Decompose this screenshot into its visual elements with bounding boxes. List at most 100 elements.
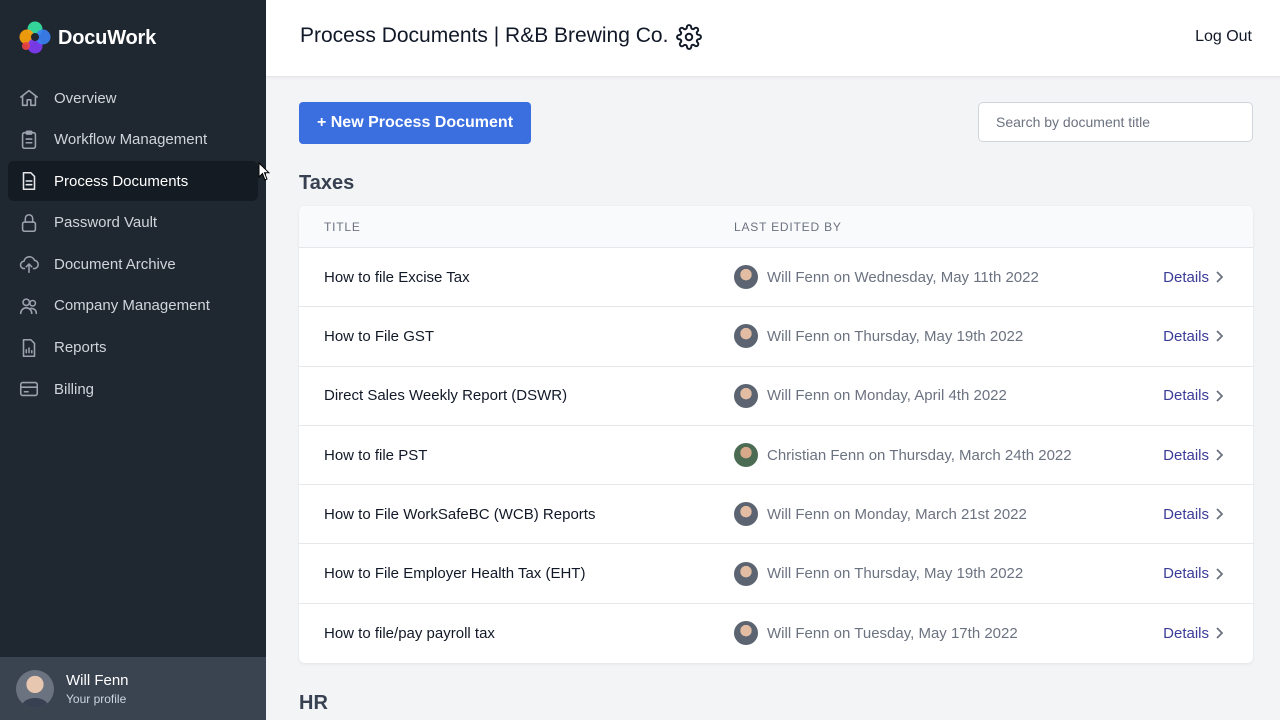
last-edited-text: Will Fenn on Monday, March 21st 2022 [767, 505, 1027, 523]
last-edited-cell: Will Fenn on Thursday, May 19th 2022 [734, 324, 1024, 349]
avatar [734, 383, 758, 408]
sidebar-item-billing[interactable]: Billing [8, 369, 258, 409]
cloud-upload-icon [18, 253, 40, 275]
sidebar-item-overview[interactable]: Overview [8, 78, 258, 118]
last-edited-cell: Christian Fenn on Thursday, March 24th 2… [734, 443, 1072, 468]
details-link[interactable]: Details [1163, 506, 1223, 523]
table-row[interactable]: How to File WorkSafeBC (WCB) Reports Wil… [299, 485, 1253, 545]
details-label: Details [1163, 446, 1209, 464]
lock-icon [18, 212, 40, 234]
search-input[interactable] [978, 102, 1253, 142]
table-header: TITLE LAST EDITED BY [299, 206, 1253, 248]
details-link[interactable]: Details [1163, 387, 1223, 404]
last-edited-text: Will Fenn on Thursday, May 19th 2022 [767, 327, 1024, 345]
details-label: Details [1163, 505, 1209, 523]
sidebar-item-label: Process Documents [54, 172, 189, 190]
last-edited-text: Will Fenn on Tuesday, May 17th 2022 [767, 624, 1018, 642]
home-icon [18, 87, 40, 109]
avatar [16, 669, 54, 708]
document-title[interactable]: How to File GST [324, 328, 434, 345]
details-label: Details [1163, 624, 1209, 642]
sidebar-item-label: Billing [54, 380, 95, 398]
details-link[interactable]: Details [1163, 328, 1223, 345]
sidebar: DocuWork Overview Workflow Management Pr… [0, 0, 266, 720]
details-label: Details [1163, 565, 1209, 583]
page-title: Process Documents | R&B Brewing Co. [300, 24, 669, 47]
details-link[interactable]: Details [1163, 565, 1223, 582]
sidebar-item-company-management[interactable]: Company Management [8, 286, 258, 326]
sidebar-item-document-archive[interactable]: Document Archive [8, 244, 258, 284]
users-icon [18, 295, 40, 317]
sidebar-item-label: Document Archive [54, 255, 176, 273]
sidebar-item-label: Reports [54, 339, 107, 357]
table-row[interactable]: How to file Excise Tax Will Fenn on Wedn… [299, 248, 1253, 308]
report-icon [18, 337, 40, 359]
docuwork-logo-icon [19, 21, 51, 54]
last-edited-text: Will Fenn on Monday, April 4th 2022 [767, 387, 1007, 405]
details-link[interactable]: Details [1163, 625, 1223, 642]
last-edited-cell: Will Fenn on Monday, April 4th 2022 [734, 383, 1007, 408]
document-title[interactable]: How to File WorkSafeBC (WCB) Reports [324, 506, 595, 523]
chevron-right-icon [1216, 567, 1223, 580]
section-title-taxes: Taxes [299, 172, 355, 194]
last-edited-cell: Will Fenn on Thursday, May 19th 2022 [734, 561, 1024, 586]
taxes-table: TITLE LAST EDITED BY How to file Excise … [299, 206, 1253, 664]
avatar [734, 502, 758, 527]
brand[interactable]: DocuWork [18, 20, 156, 56]
sidebar-item-label: Password Vault [54, 214, 158, 232]
profile-name: Will Fenn [66, 671, 129, 689]
chevron-right-icon [1216, 627, 1223, 640]
chevron-right-icon [1216, 449, 1223, 461]
last-edited-text: Will Fenn on Wednesday, May 11th 2022 [767, 268, 1039, 286]
table-row[interactable]: How to File Employer Health Tax (EHT) Wi… [299, 544, 1253, 604]
document-icon [18, 170, 40, 192]
avatar [734, 443, 758, 468]
sidebar-item-label: Overview [54, 89, 117, 107]
table-row[interactable]: How to file/pay payroll tax Will Fenn on… [299, 604, 1253, 663]
clipboard-icon [18, 129, 40, 151]
document-title[interactable]: How to file PST [324, 447, 427, 464]
chevron-right-icon [1216, 390, 1223, 402]
sidebar-nav: Overview Workflow Management Process Doc… [8, 78, 258, 411]
document-title[interactable]: Direct Sales Weekly Report (DSWR) [324, 387, 567, 404]
sidebar-item-password-vault[interactable]: Password Vault [8, 203, 258, 243]
details-label: Details [1163, 387, 1209, 405]
table-row[interactable]: How to file PST Christian Fenn on Thursd… [299, 426, 1253, 486]
table-row[interactable]: How to File GST Will Fenn on Thursday, M… [299, 307, 1253, 367]
avatar [734, 621, 758, 646]
chevron-right-icon [1216, 271, 1223, 283]
profile-card[interactable]: Will Fenn Your profile [0, 657, 266, 720]
last-edited-cell: Will Fenn on Wednesday, May 11th 2022 [734, 265, 1039, 290]
avatar [734, 324, 758, 349]
new-process-document-button[interactable]: + New Process Document [299, 102, 531, 144]
avatar [734, 561, 758, 586]
details-link[interactable]: Details [1163, 447, 1223, 464]
document-title[interactable]: How to file/pay payroll tax [324, 625, 495, 642]
sidebar-item-process-documents[interactable]: Process Documents [8, 161, 258, 202]
profile-link[interactable]: Your profile [66, 692, 129, 706]
sidebar-item-reports[interactable]: Reports [8, 328, 258, 368]
chevron-right-icon [1216, 508, 1223, 520]
sidebar-item-workflow-management[interactable]: Workflow Management [8, 120, 258, 160]
document-title[interactable]: How to File Employer Health Tax (EHT) [324, 565, 585, 582]
credit-card-icon [18, 378, 40, 400]
logout-button[interactable]: Log Out [1195, 28, 1252, 46]
top-header: Process Documents | R&B Brewing Co. Log … [266, 0, 1280, 77]
gear-icon[interactable] [676, 24, 702, 50]
last-edited-cell: Will Fenn on Monday, March 21st 2022 [734, 502, 1027, 527]
details-link[interactable]: Details [1163, 269, 1223, 286]
chevron-right-icon [1216, 330, 1223, 343]
details-label: Details [1163, 327, 1209, 345]
avatar [734, 265, 758, 290]
last-edited-text: Christian Fenn on Thursday, March 24th 2… [767, 446, 1072, 464]
mouse-cursor-icon [258, 162, 270, 181]
table-row[interactable]: Direct Sales Weekly Report (DSWR) Will F… [299, 367, 1253, 426]
column-header-last-edited: LAST EDITED BY [734, 219, 842, 234]
last-edited-text: Will Fenn on Thursday, May 19th 2022 [767, 565, 1024, 583]
section-title-hr: HR [299, 692, 328, 714]
app-name: DocuWork [58, 26, 157, 49]
last-edited-cell: Will Fenn on Tuesday, May 17th 2022 [734, 621, 1018, 646]
details-label: Details [1163, 268, 1209, 286]
document-title[interactable]: How to file Excise Tax [324, 269, 470, 286]
sidebar-item-label: Workflow Management [54, 131, 208, 149]
